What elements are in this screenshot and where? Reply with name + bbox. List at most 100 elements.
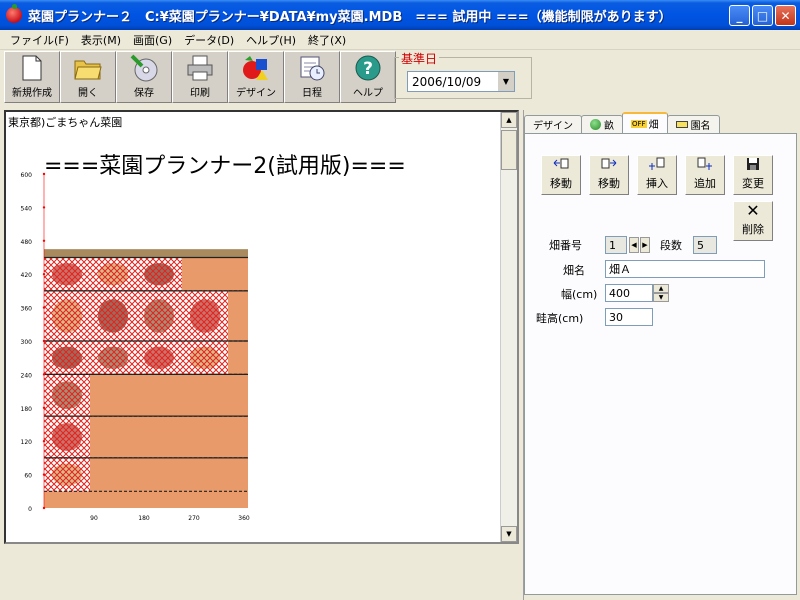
minimize-button[interactable]: _ xyxy=(729,5,750,26)
schedule-button[interactable]: 日程 xyxy=(284,51,340,103)
save-icon xyxy=(744,156,762,172)
help-button[interactable]: ? ヘルプ xyxy=(340,51,396,103)
y-tick-mark xyxy=(42,406,46,409)
crop-hatch xyxy=(44,290,90,341)
move-left-button[interactable]: 移動 xyxy=(541,155,581,195)
open-button[interactable]: 開く xyxy=(60,51,116,103)
action-label: 移動 xyxy=(598,177,620,190)
action-label: 移動 xyxy=(550,177,572,190)
action-label: 変更 xyxy=(742,177,764,190)
y-tick-mark xyxy=(42,206,46,209)
help-icon: ? xyxy=(354,54,382,82)
design-shapes-icon xyxy=(242,54,270,82)
tab-field[interactable]: OFF 畑 xyxy=(622,112,668,133)
menu-help[interactable]: ヘルプ(H) xyxy=(240,32,302,48)
width-input[interactable]: 400 xyxy=(605,284,653,302)
crop-hatch xyxy=(44,341,90,375)
ridge-height-input[interactable]: 30 xyxy=(605,308,653,326)
x-tick-label: 90 xyxy=(90,515,98,522)
toolbar-label: ヘルプ xyxy=(353,88,383,99)
maximize-button[interactable]: □ xyxy=(752,5,773,26)
add-button[interactable]: 追加 xyxy=(685,155,725,195)
bed-top-strip xyxy=(44,249,248,258)
y-tick-label: 240 xyxy=(21,372,33,379)
field-number-label: 畑番号 xyxy=(549,239,582,252)
y-tick-label: 540 xyxy=(21,205,33,212)
tab-label: デザイン xyxy=(533,121,573,132)
vertical-scrollbar[interactable]: ▲ ▼ xyxy=(500,112,517,542)
move-right-button[interactable]: 移動 xyxy=(589,155,629,195)
toolbar-label: デザイン xyxy=(236,88,276,99)
dansu-value: 5 xyxy=(693,236,717,254)
printer-icon xyxy=(186,54,214,82)
new-button[interactable]: 新規作成 xyxy=(4,51,60,103)
save-button[interactable]: 保存 xyxy=(116,51,172,103)
width-stepper[interactable]: ▲ ▼ xyxy=(653,284,669,302)
scroll-up-icon[interactable]: ▲ xyxy=(501,112,517,128)
crop-hatch xyxy=(136,290,182,341)
base-date-select[interactable]: 2006/10/09 ▼ xyxy=(407,71,515,92)
delete-button[interactable]: ✕ 削除 xyxy=(733,201,773,241)
tab-garden-name[interactable]: 園名 xyxy=(666,115,720,133)
print-button[interactable]: 印刷 xyxy=(172,51,228,103)
menu-exit[interactable]: 終了(X) xyxy=(302,32,352,48)
field-number-value: 1 xyxy=(605,236,627,254)
chevron-down-icon[interactable]: ▼ xyxy=(653,293,669,302)
y-tick-label: 420 xyxy=(21,272,33,279)
action-label: 削除 xyxy=(742,223,764,236)
ridge-height-label: 畦高(cm) xyxy=(536,312,584,325)
toolbar-label: 開く xyxy=(78,88,98,99)
menu-data[interactable]: データ(D) xyxy=(178,32,240,48)
window-title: 菜園プランナー２ C:¥菜園プランナー¥DATA¥my菜園.MDB === 試用… xyxy=(28,9,672,25)
crop-hatch xyxy=(44,416,90,458)
scroll-down-icon[interactable]: ▼ xyxy=(501,526,517,542)
chevron-left-icon[interactable]: ◀ xyxy=(629,237,639,253)
toolbar-label: 印刷 xyxy=(190,88,210,99)
tab-ridge[interactable]: 畝 xyxy=(581,115,623,133)
crop-hatch xyxy=(182,290,228,341)
insert-button[interactable]: 挿入 xyxy=(637,155,677,195)
toolbar-label: 保存 xyxy=(134,88,154,99)
tab-design[interactable]: デザイン xyxy=(524,115,582,133)
base-date-label: 基準日 xyxy=(399,50,440,67)
field-name-input[interactable]: 畑Ａ xyxy=(605,260,765,278)
scroll-thumb[interactable] xyxy=(501,130,517,170)
x-tick-label: 270 xyxy=(188,515,200,522)
y-tick-mark xyxy=(42,506,46,510)
menu-file[interactable]: ファイル(F) xyxy=(4,32,75,48)
width-label: 幅(cm) xyxy=(561,288,598,301)
menu-view[interactable]: 表示(M) xyxy=(75,32,127,48)
garden-canvas[interactable]: 東京都)ごまちゃん菜園 ===菜園プランナー2(試用版)=== 0 60 120 18… xyxy=(4,110,519,544)
y-tick-label: 0 xyxy=(28,506,32,513)
change-button[interactable]: 変更 xyxy=(733,155,773,195)
panel-tabs: デザイン 畝 OFF 畑 園名 xyxy=(524,112,720,133)
title-bar: 菜園プランナー２ C:¥菜園プランナー¥DATA¥my菜園.MDB === 試用… xyxy=(0,0,800,30)
crop-hatch xyxy=(90,290,136,341)
tab-label: 畝 xyxy=(604,121,614,132)
y-tick-label: 480 xyxy=(21,239,33,246)
y-tick-mark xyxy=(42,373,46,376)
dansu-label: 段数 xyxy=(660,239,682,252)
new-document-icon xyxy=(18,54,46,82)
menu-bar: ファイル(F) 表示(M) 画面(G) データ(D) ヘルプ(H) 終了(X) xyxy=(0,30,800,50)
crop-hatch xyxy=(44,457,90,492)
garden-plot[interactable]: 0 60 120 180 240 300 360 420 480 540 600 90 180 270 36… xyxy=(6,112,502,542)
y-tick-mark xyxy=(42,339,46,343)
y-tick-label: 300 xyxy=(21,339,33,346)
chevron-up-icon[interactable]: ▲ xyxy=(653,284,669,293)
insert-icon xyxy=(648,156,666,172)
garden-name-icon xyxy=(675,121,688,128)
menu-screen[interactable]: 画面(G) xyxy=(127,32,178,48)
crop-hatch xyxy=(136,341,182,375)
add-icon xyxy=(696,156,714,172)
y-tick-label: 180 xyxy=(21,406,33,413)
y-tick-mark xyxy=(42,273,46,276)
svg-text:?: ? xyxy=(363,59,373,79)
chevron-down-icon[interactable]: ▼ xyxy=(497,72,514,91)
close-button[interactable]: ✕ xyxy=(775,5,796,26)
design-button[interactable]: デザイン xyxy=(228,51,284,103)
action-label: 挿入 xyxy=(646,177,668,190)
field-name-label: 畑名 xyxy=(563,264,585,277)
chevron-right-icon[interactable]: ▶ xyxy=(640,237,650,253)
y-tick-mark xyxy=(42,473,46,476)
